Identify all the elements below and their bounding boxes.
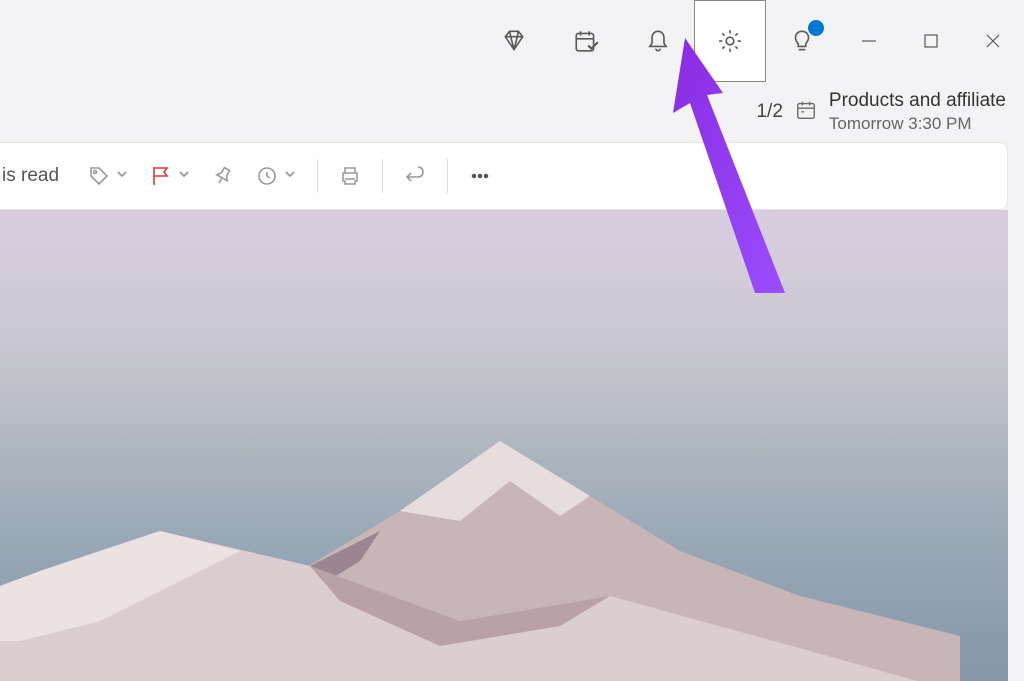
- diamond-icon: [501, 28, 527, 54]
- event-count: 1/2: [756, 101, 782, 123]
- message-toolbar: is read: [0, 142, 1008, 210]
- calendar-check-icon: [573, 28, 599, 54]
- event-calendar-button[interactable]: [795, 99, 817, 126]
- tag-button[interactable]: [77, 154, 139, 198]
- print-icon: [338, 164, 362, 188]
- bell-icon: [645, 28, 671, 54]
- title-bar: [0, 0, 1024, 82]
- settings-button[interactable]: [694, 0, 766, 82]
- maximize-button[interactable]: [900, 0, 962, 82]
- window-controls: [838, 0, 1024, 82]
- notification-badge: [808, 20, 824, 36]
- close-button[interactable]: [962, 0, 1024, 82]
- snooze-button[interactable]: [245, 154, 307, 198]
- undo-icon: [403, 164, 427, 188]
- premium-button[interactable]: [478, 0, 550, 82]
- undo-button[interactable]: [393, 154, 437, 198]
- more-button[interactable]: [458, 154, 502, 198]
- mountain-foreground: [0, 501, 1008, 681]
- clock-icon: [255, 164, 279, 188]
- event-time: Tomorrow 3:30 PM: [829, 113, 1006, 135]
- title-icons: [478, 0, 838, 82]
- pin-icon: [211, 164, 235, 188]
- chevron-down-icon: [283, 167, 297, 186]
- separator: [447, 159, 448, 193]
- calendar-icon: [795, 99, 817, 121]
- separator: [317, 159, 318, 193]
- tips-button[interactable]: [766, 0, 838, 82]
- event-title: Products and affiliate: [829, 89, 1006, 114]
- read-status-label: is read: [0, 165, 77, 187]
- print-button[interactable]: [328, 154, 372, 198]
- chevron-down-icon: [115, 167, 129, 186]
- minimize-icon: [860, 32, 878, 50]
- chevron-down-icon: [177, 167, 191, 186]
- flag-icon: [149, 164, 173, 188]
- calendar-check-button[interactable]: [550, 0, 622, 82]
- gear-icon: [717, 28, 743, 54]
- separator: [382, 159, 383, 193]
- notifications-button[interactable]: [622, 0, 694, 82]
- event-info[interactable]: Products and affiliate Tomorrow 3:30 PM: [829, 89, 1006, 136]
- content-area: [0, 210, 1008, 681]
- event-bar: 1/2 Products and affiliate Tomorrow 3:30…: [0, 82, 1024, 142]
- close-icon: [984, 32, 1002, 50]
- ellipsis-icon: [468, 164, 492, 188]
- flag-button[interactable]: [139, 154, 201, 198]
- minimize-button[interactable]: [838, 0, 900, 82]
- maximize-icon: [922, 32, 940, 50]
- pin-button[interactable]: [201, 154, 245, 198]
- tag-icon: [87, 164, 111, 188]
